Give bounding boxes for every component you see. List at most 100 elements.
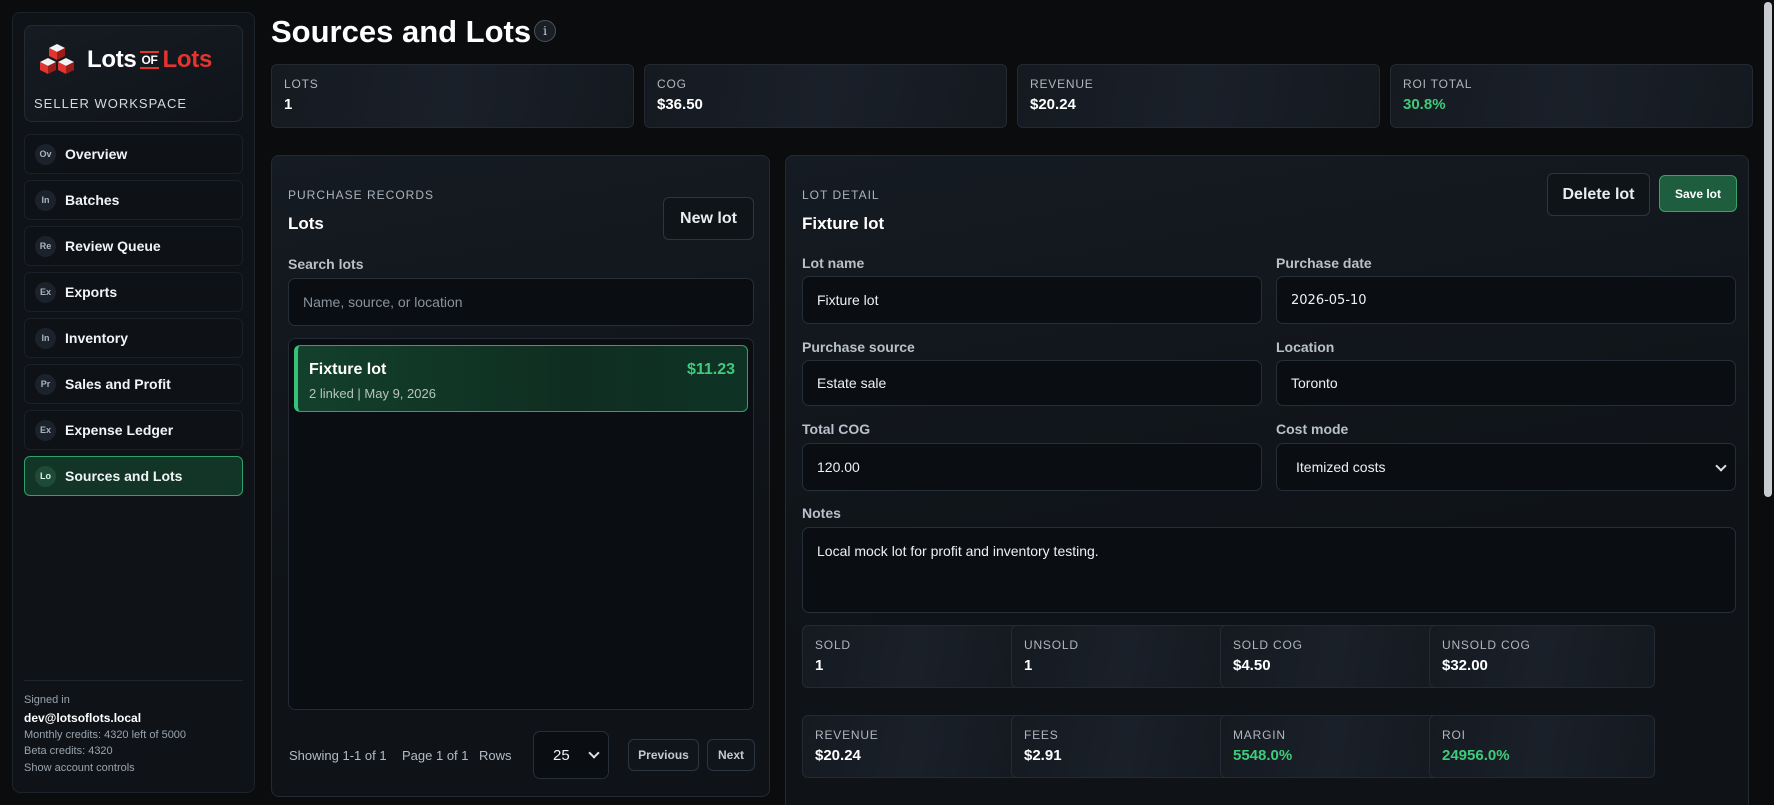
chevron-down-icon [1715, 460, 1727, 472]
metric-card-roi: ROI 24956.0% [1429, 715, 1655, 778]
pagination: Showing 1-1 of 1 Page 1 of 1 Rows 25 Pre… [289, 731, 755, 779]
stat-card-lots: LOTS 1 [271, 64, 634, 128]
metric-card-sold-cog: SOLD COG $4.50 [1220, 625, 1446, 688]
purchase-records-eyebrow: PURCHASE RECORDS [288, 188, 435, 202]
metric-value: 1 [815, 657, 824, 674]
sidebar-item-expense-ledger[interactable]: Ex Expense Ledger [24, 410, 243, 450]
lots-heading: Lots [288, 214, 324, 233]
metric-value: 24956.0% [1442, 747, 1510, 764]
nav-badge: Ex [35, 281, 56, 303]
metric-label: SOLD [815, 638, 851, 652]
next-button[interactable]: Next [707, 739, 755, 771]
cubes-logo-icon [40, 44, 74, 74]
cost-mode-label: Cost mode [1276, 421, 1349, 437]
brand-word2: Lots [162, 46, 213, 73]
brand-subtitle: SELLER WORKSPACE [34, 96, 188, 111]
stat-value: 30.8% [1403, 96, 1446, 113]
sidebar-item-label: Sales and Profit [65, 376, 171, 392]
sidebar-item-label: Overview [65, 146, 128, 162]
total-cog-input[interactable]: 120.00 [802, 443, 1262, 491]
show-account-controls-link[interactable]: Show account controls [24, 759, 243, 777]
notes-label: Notes [802, 505, 841, 521]
purchase-date-label: Purchase date [1276, 255, 1372, 271]
summary-stats: LOTS 1 COG $36.50 REVENUE $20.24 ROI TOTAL 30.8… [271, 64, 1753, 128]
page-indicator: Page 1 of 1 [402, 748, 469, 763]
signed-in-label: Signed in [24, 694, 70, 706]
metric-value: $2.91 [1024, 747, 1062, 764]
cost-mode-select[interactable]: Itemized costs [1276, 443, 1736, 491]
rows-label: Rows [479, 748, 512, 763]
sidebar-item-inventory[interactable]: In Inventory [24, 318, 243, 358]
nav-badge: Ov [35, 143, 56, 165]
beta-credits: Beta credits: 4320 [24, 745, 113, 757]
nav-badge: In [35, 189, 56, 211]
stat-card-roi-total: ROI TOTAL 30.8% [1390, 64, 1753, 128]
stat-value: $36.50 [657, 96, 703, 113]
lot-name-label: Lot name [802, 255, 865, 271]
sidebar-item-batches[interactable]: In Batches [24, 180, 243, 220]
page-scrollbar[interactable] [1764, 2, 1772, 497]
notes-textarea[interactable]: Local mock lot for profit and inventory … [802, 527, 1736, 613]
save-lot-button[interactable]: Save lot [1659, 175, 1737, 212]
location-input[interactable]: Toronto [1276, 360, 1736, 406]
stat-card-cog: COG $36.50 [644, 64, 1007, 128]
rows-per-page-value: 25 [553, 746, 570, 764]
account-email: dev@lotsoflots.local [24, 711, 142, 725]
metric-label: UNSOLD COG [1442, 638, 1531, 652]
purchase-source-label: Purchase source [802, 339, 915, 355]
previous-button[interactable]: Previous [628, 739, 699, 771]
metric-label: ROI [1442, 728, 1466, 742]
metric-card-margin: MARGIN 5548.0% [1220, 715, 1446, 778]
info-icon[interactable]: i [534, 20, 556, 42]
metric-card-sold: SOLD 1 [802, 625, 1028, 688]
lot-detail-heading: Fixture lot [802, 214, 885, 233]
new-lot-button[interactable]: New lot [663, 197, 754, 240]
account-section: Signed in dev@lotsoflots.local Monthly c… [24, 680, 243, 777]
metric-value: $20.24 [815, 747, 861, 764]
stat-label: ROI TOTAL [1403, 77, 1473, 91]
sidebar-item-label: Review Queue [65, 238, 161, 254]
nav-badge: Pr [35, 373, 56, 395]
metric-card-fees: FEES $2.91 [1011, 715, 1237, 778]
metric-value: $32.00 [1442, 657, 1488, 674]
metric-label: SOLD COG [1233, 638, 1303, 652]
purchase-source-input[interactable]: Estate sale [802, 360, 1262, 406]
sidebar-nav: Ov Overview In Batches Re Review Queue Ex Expor… [24, 134, 243, 502]
metric-label: UNSOLD [1024, 638, 1079, 652]
search-lots-label: Search lots [288, 256, 364, 272]
nav-badge: Re [35, 235, 56, 257]
lot-name-input[interactable]: Fixture lot [802, 276, 1262, 324]
sidebar-item-label: Exports [65, 284, 118, 300]
stat-label: LOTS [284, 77, 319, 91]
sidebar-item-label: Batches [65, 192, 120, 208]
stat-value: $20.24 [1030, 96, 1076, 113]
showing-count: Showing 1-1 of 1 [289, 748, 387, 763]
lots-panel: PURCHASE RECORDS Lots New lot Search lot… [271, 155, 770, 797]
delete-lot-button[interactable]: Delete lot [1547, 173, 1650, 216]
monthly-credits: Monthly credits: 4320 left of 5000 [24, 729, 187, 741]
purchase-date-input[interactable]: 2026-05-10 [1276, 276, 1736, 324]
metric-value: $4.50 [1233, 657, 1271, 674]
sidebar-item-exports[interactable]: Ex Exports [24, 272, 243, 312]
metric-card-revenue: REVENUE $20.24 [802, 715, 1028, 778]
sidebar-item-overview[interactable]: Ov Overview [24, 134, 243, 174]
search-lots-input[interactable]: Name, source, or location [288, 278, 754, 326]
location-label: Location [1276, 339, 1335, 355]
sidebar-item-review-queue[interactable]: Re Review Queue [24, 226, 243, 266]
sidebar-item-sources-and-lots[interactable]: Lo Sources and Lots [24, 456, 243, 496]
stat-value: 1 [284, 96, 293, 113]
cost-mode-value: Itemized costs [1296, 459, 1386, 475]
metric-card-unsold: UNSOLD 1 [1011, 625, 1237, 688]
stat-label: REVENUE [1030, 77, 1094, 91]
rows-per-page-select[interactable]: 25 [533, 731, 609, 779]
lot-item-name: Fixture lot [309, 361, 387, 378]
lot-list-item[interactable]: Fixture lot 2 linked | May 9, 2026 $11.2… [294, 345, 748, 412]
metric-label: REVENUE [815, 728, 879, 742]
brand-of: OF [140, 51, 159, 69]
sidebar-item-label: Expense Ledger [65, 422, 174, 438]
nav-badge: In [35, 327, 56, 349]
sidebar-item-sales-and-profit[interactable]: Pr Sales and Profit [24, 364, 243, 404]
nav-badge: Ex [35, 419, 56, 441]
lots-list: Fixture lot 2 linked | May 9, 2026 $11.2… [288, 338, 754, 710]
lot-item-amount: $11.23 [686, 361, 735, 378]
